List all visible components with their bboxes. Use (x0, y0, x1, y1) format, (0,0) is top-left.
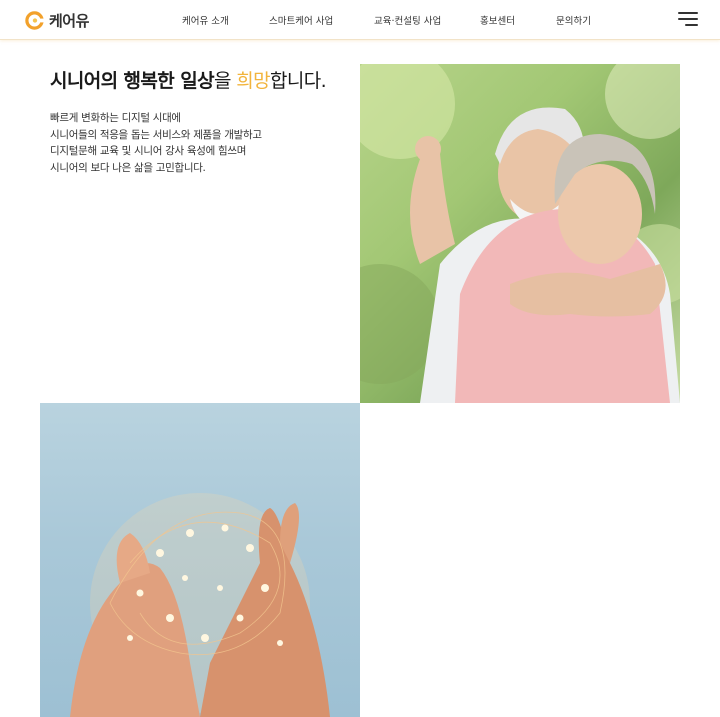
site-header: 케어유 케어유 소개 스마트케어 사업 교육·컨설팅 사업 홍보센터 문의하기 (0, 0, 720, 40)
logo-text: 케어유 (49, 11, 89, 30)
intro-line: 시니어들의 적응을 돕는 서비스와 제품을 개발하고 (50, 128, 262, 141)
headline-text: 을 (213, 70, 237, 92)
menu-line (678, 18, 698, 20)
nav-item-contact[interactable]: 문의하기 (556, 13, 591, 27)
headline-accent-text: 희망 (236, 70, 271, 92)
page-headline: 시니어의 행복한 일상을 희망합니다. (50, 66, 327, 93)
nav-item-about[interactable]: 케어유 소개 (182, 13, 229, 27)
intro-line: 시니어의 보다 나은 삶을 고민합니다. (50, 161, 206, 174)
senior-couple-photo (360, 64, 680, 403)
nav-item-education-consulting[interactable]: 교육·컨설팅 사업 (374, 13, 441, 27)
logo-link[interactable]: 케어유 (25, 9, 89, 31)
intro-paragraph: 빠르게 변화하는 디지털 시대에 시니어들의 적응을 돕는 서비스와 제품을 개… (50, 110, 262, 176)
glowing-lights-hands-photo (40, 403, 360, 717)
headline-text: 합니다. (270, 70, 327, 92)
headline-text: 시니어의 행복한 일상 (50, 70, 215, 92)
nav-item-pr-center[interactable]: 홍보센터 (480, 13, 515, 27)
hamburger-menu-icon[interactable] (676, 11, 698, 28)
menu-line (685, 24, 698, 26)
logo-icon (25, 10, 44, 30)
intro-line: 디지털문해 교육 및 시니어 강사 육성에 힘쓰며 (50, 145, 247, 157)
nav-item-smart-care[interactable]: 스마트케어 사업 (269, 13, 333, 27)
intro-line: 빠르게 변화하는 디지털 시대에 (50, 112, 181, 124)
menu-line (678, 12, 698, 14)
